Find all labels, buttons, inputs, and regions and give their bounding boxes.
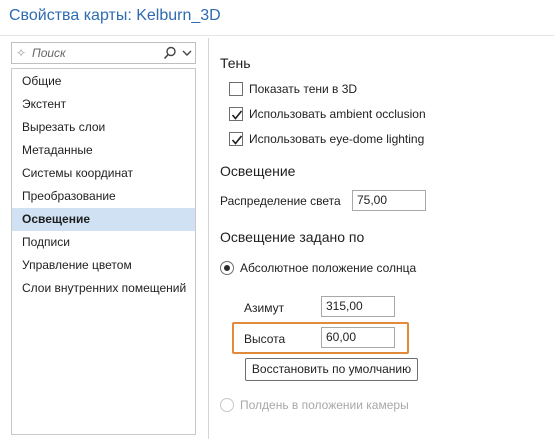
title-bar: Свойства карты: Kelburn_3D [0,0,554,36]
ambient-occlusion-checkbox[interactable] [229,107,243,121]
lighting-heading: Освещение [220,163,296,179]
window-title: Свойства карты: Kelburn_3D [9,7,221,24]
light-distribution-label: Распределение света [220,194,341,208]
ambient-occlusion-label: Использовать ambient occlusion [249,107,426,121]
eye-dome-lighting-checkbox[interactable] [229,132,243,146]
absolute-sun-position-label: Абсолютное положение солнца [240,261,417,275]
shadow-heading: Тень [220,55,251,71]
sidebar-item-extent[interactable]: Экстент [12,93,195,116]
noon-at-camera-radio[interactable] [220,398,234,412]
checkmark-icon [231,135,243,145]
azimuth-label: Азимут [244,301,285,315]
checkmark-icon [231,110,243,120]
sidebar-item-color-management[interactable]: Управление цветом [12,254,195,277]
lighting-by-heading: Освещение задано по [220,229,365,245]
magic-wand-icon: ✧ [16,46,27,60]
sidebar-item-indoor-layers[interactable]: Слои внутренних помещений [12,277,195,300]
show-shadows-label: Показать тени в 3D [249,82,358,96]
search-icon[interactable] [162,45,178,61]
reset-defaults-button[interactable]: Восстановить по умолчанию [245,358,418,381]
pane-divider[interactable] [208,38,209,439]
chevron-down-icon[interactable] [180,45,194,61]
sidebar-item-illumination[interactable]: Освещение [12,208,195,231]
search-box[interactable]: ✧ [11,42,196,64]
altitude-input[interactable]: 60,00 [321,327,395,348]
sidebar-item-transformation[interactable]: Преобразование [12,185,195,208]
sidebar-item-general[interactable]: Общие [12,70,195,93]
sidebar-item-metadata[interactable]: Метаданные [12,139,195,162]
sidebar-nav: Общие Экстент Вырезать слои Метаданные С… [11,68,196,435]
search-input[interactable] [32,44,162,62]
show-shadows-checkbox[interactable] [229,82,243,96]
light-distribution-input[interactable]: 75,00 [352,190,426,211]
sidebar-item-labels[interactable]: Подписи [12,231,195,254]
noon-at-camera-label: Полдень в положении камеры [240,398,409,412]
azimuth-input[interactable]: 315,00 [321,296,395,317]
sidebar-item-clip-layers[interactable]: Вырезать слои [12,116,195,139]
sidebar-item-coordinate-systems[interactable]: Системы координат [12,162,195,185]
eye-dome-lighting-label: Использовать eye-dome lighting [249,132,425,146]
altitude-label: Высота [244,332,286,346]
absolute-sun-position-radio[interactable] [220,261,234,275]
